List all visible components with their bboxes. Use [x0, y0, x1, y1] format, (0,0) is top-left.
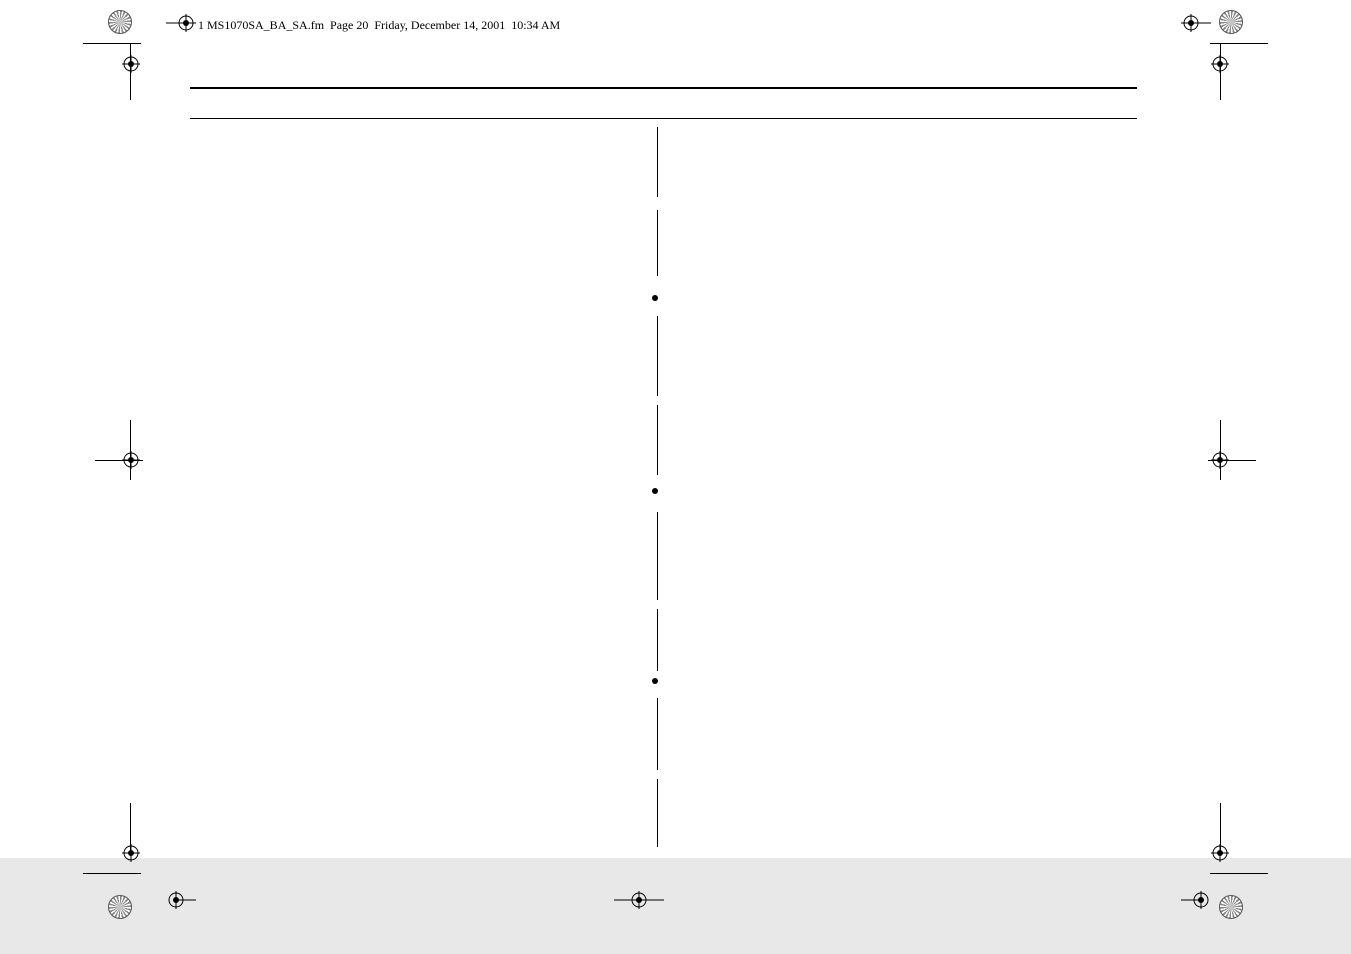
crop-line	[1210, 43, 1268, 44]
registration-mark	[1181, 14, 1211, 37]
registration-mark	[122, 451, 140, 474]
page-header: 1 MS1070SA_BA_SA.fm Page 20 Friday, Dece…	[198, 18, 560, 33]
center-divider-segment	[657, 512, 658, 600]
crop-mark-circle	[1219, 895, 1243, 919]
bullet-dot	[652, 678, 658, 684]
crop-mark-circle	[108, 895, 132, 919]
horizontal-rule	[190, 87, 1137, 89]
registration-mark	[166, 891, 196, 914]
crop-line	[1210, 873, 1268, 874]
registration-mark	[1211, 844, 1229, 867]
bullet-dot	[652, 295, 658, 301]
registration-mark	[1211, 55, 1229, 78]
registration-mark	[166, 14, 196, 37]
registration-mark	[122, 55, 140, 78]
bullet-dot	[652, 488, 658, 494]
crop-mark-circle	[1219, 10, 1243, 34]
center-divider-segment	[657, 210, 658, 276]
registration-mark	[1211, 451, 1229, 474]
footer-bar	[0, 858, 1351, 954]
center-divider-segment	[657, 779, 658, 847]
registration-mark	[122, 844, 140, 867]
header-date: Friday, December 14, 2001	[374, 18, 505, 32]
header-filename: 1 MS1070SA_BA_SA.fm	[198, 18, 324, 32]
registration-mark	[614, 891, 664, 914]
center-divider-segment	[657, 316, 658, 396]
center-divider-segment	[657, 405, 658, 475]
crop-line	[83, 873, 141, 874]
crop-line	[83, 43, 141, 44]
center-divider-segment	[657, 127, 658, 197]
center-divider-segment	[657, 698, 658, 770]
horizontal-rule	[190, 118, 1137, 119]
center-divider-segment	[657, 609, 658, 671]
header-time: 10:34 AM	[511, 18, 560, 32]
crop-mark-circle	[108, 10, 132, 34]
registration-mark	[1181, 891, 1211, 914]
header-page: Page 20	[330, 18, 368, 32]
